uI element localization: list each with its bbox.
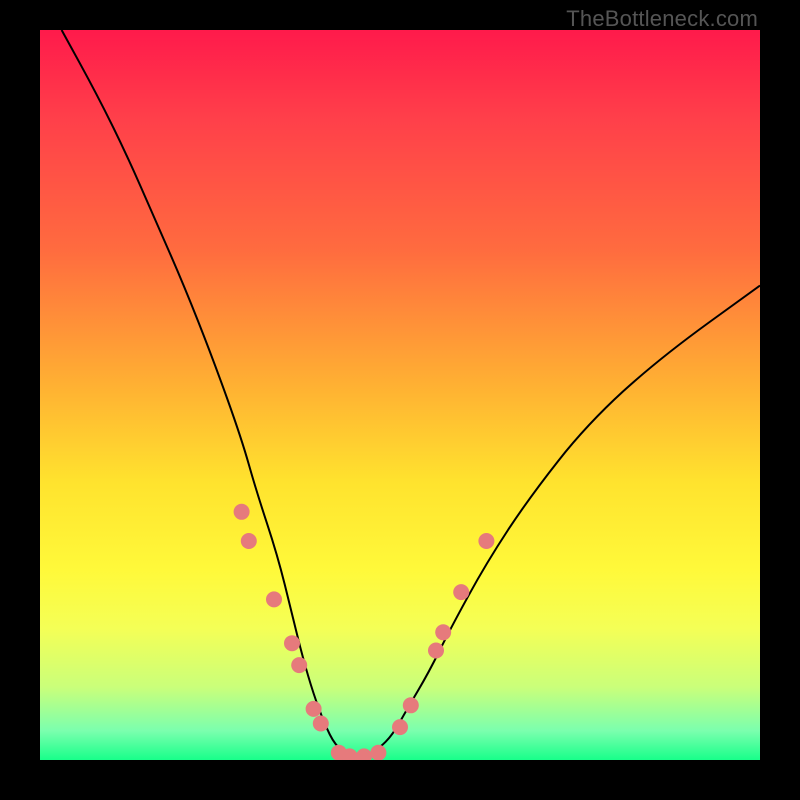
curve-layer xyxy=(40,30,760,760)
marker-dot xyxy=(241,533,257,549)
marker-dot xyxy=(392,719,408,735)
marker-dot xyxy=(284,635,300,651)
marker-dot xyxy=(453,584,469,600)
marker-dot xyxy=(291,657,307,673)
marker-dot xyxy=(370,745,386,760)
attribution-text: TheBottleneck.com xyxy=(566,6,758,32)
marker-dot xyxy=(403,697,419,713)
marker-dot xyxy=(234,504,250,520)
marker-dot xyxy=(428,643,444,659)
marker-dot xyxy=(435,624,451,640)
marker-dot xyxy=(306,701,322,717)
chart-canvas: TheBottleneck.com xyxy=(0,0,800,800)
marker-dot xyxy=(356,748,372,760)
plot-area xyxy=(40,30,760,760)
bottleneck-curve xyxy=(62,30,760,756)
marker-dot xyxy=(478,533,494,549)
marker-dot xyxy=(266,591,282,607)
marker-dot xyxy=(313,716,329,732)
